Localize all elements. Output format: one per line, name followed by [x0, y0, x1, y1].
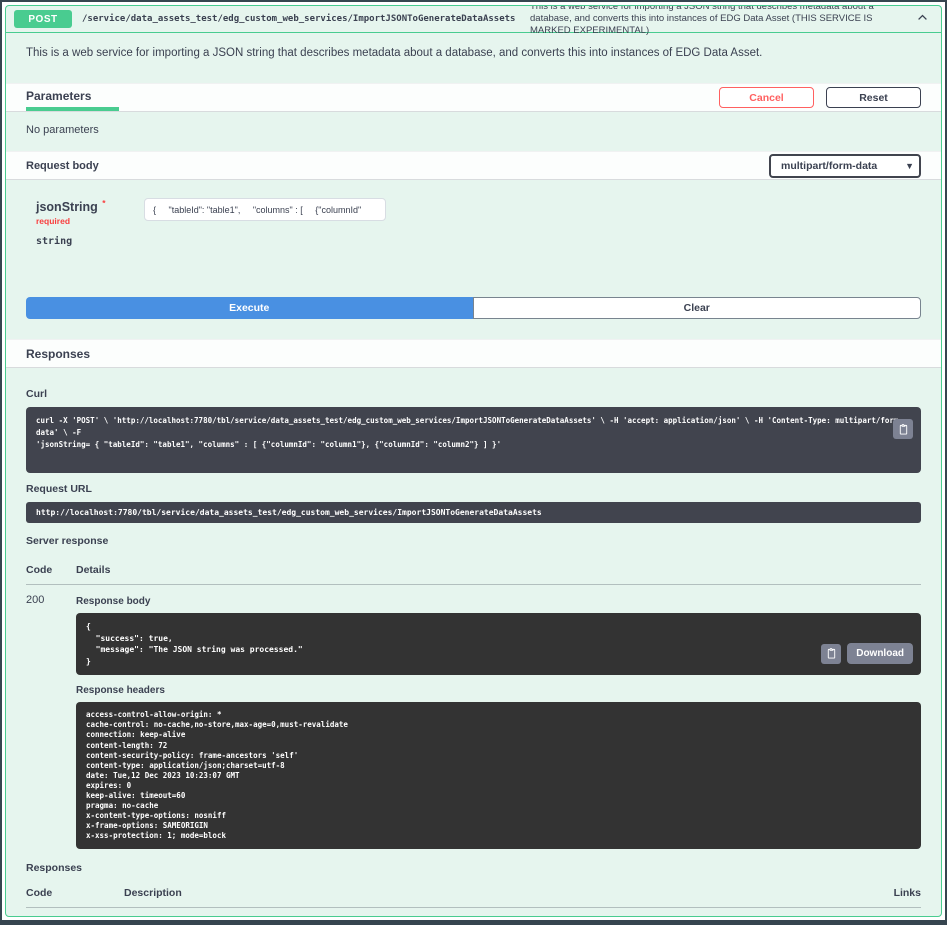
copy-curl-button[interactable] [893, 419, 913, 439]
operation-description: This is a web service for importing a JS… [6, 33, 941, 83]
documented-responses-label: Responses [26, 862, 921, 874]
execute-button[interactable]: Execute [26, 297, 473, 319]
parameters-header: Parameters Cancel Reset [6, 83, 941, 112]
opblock-summary[interactable]: POST /service/data_assets_test/edg_custo… [6, 6, 941, 33]
copy-response-button[interactable] [821, 644, 841, 664]
curl-label: Curl [26, 388, 921, 400]
parameter-name-cell: jsonString * required string [36, 198, 132, 247]
parameter-type: string [36, 236, 132, 247]
parameter-value-cell [144, 198, 386, 247]
request-body-label: Request body [26, 160, 99, 172]
endpoint-path: /service/data_assets_test/edg_custom_web… [82, 14, 515, 24]
links-column-header: Links [851, 887, 921, 899]
curl-command[interactable]: curl -X 'POST' \ 'http://localhost:7780/… [26, 407, 921, 473]
documented-response-row: 200 Successful operation Media type appl… [26, 908, 921, 917]
jsonstring-input[interactable] [144, 198, 386, 221]
documented-responses-table-header: Code Description Links [26, 881, 921, 908]
server-response-row: 200 Response body { "success": true, "me… [26, 585, 921, 849]
clipboard-icon [898, 424, 909, 435]
content-type-select[interactable]: multipart/form-data [769, 154, 921, 178]
request-body-header: Request body multipart/form-data ▼ [6, 151, 941, 180]
responses-title: Responses [26, 347, 90, 361]
code-column-header: Code [26, 564, 76, 576]
response-body-json: { "success": true, "message": "The JSON … [76, 613, 921, 675]
request-url-label: Request URL [26, 483, 921, 495]
response-headers-label: Response headers [76, 685, 921, 696]
request-url-value: http://localhost:7780/tbl/service/data_a… [26, 502, 921, 523]
execute-row: Execute Clear [26, 297, 921, 319]
no-parameters-message: No parameters [6, 112, 941, 151]
description-column-header: Description [76, 887, 851, 899]
clipboard-icon [826, 648, 837, 659]
response-body-label: Response body [76, 596, 921, 607]
server-response-table-header: Code Details [26, 554, 921, 585]
response-details-cell: Response body { "success": true, "messag… [76, 594, 921, 849]
code-column-header: Code [26, 887, 76, 899]
content-type-select-wrap: multipart/form-data ▼ [769, 154, 921, 178]
cancel-button[interactable]: Cancel [719, 87, 814, 108]
response-headers-list: access-control-allow-origin: * cache-con… [76, 702, 921, 849]
clear-button[interactable]: Clear [473, 297, 922, 319]
details-column-header: Details [76, 564, 921, 576]
responses-body: Curl curl -X 'POST' \ 'http://localhost:… [6, 368, 941, 917]
tab-parameters[interactable]: Parameters [26, 84, 119, 111]
responses-section-header: Responses [6, 339, 941, 368]
opblock-post: POST /service/data_assets_test/edg_custo… [5, 5, 942, 917]
collapse-button[interactable] [912, 9, 933, 29]
parameter-row-jsonstring: jsonString * required string [6, 180, 941, 293]
download-button[interactable]: Download [847, 643, 913, 664]
chevron-up-icon [916, 11, 929, 24]
parameter-name: jsonString [36, 200, 98, 214]
http-method-badge: POST [14, 10, 72, 28]
server-response-label: Server response [26, 535, 921, 547]
reset-button[interactable]: Reset [826, 87, 921, 108]
browser-viewport: POST /service/data_assets_test/edg_custo… [0, 0, 947, 925]
response-status-code: 200 [26, 594, 76, 849]
